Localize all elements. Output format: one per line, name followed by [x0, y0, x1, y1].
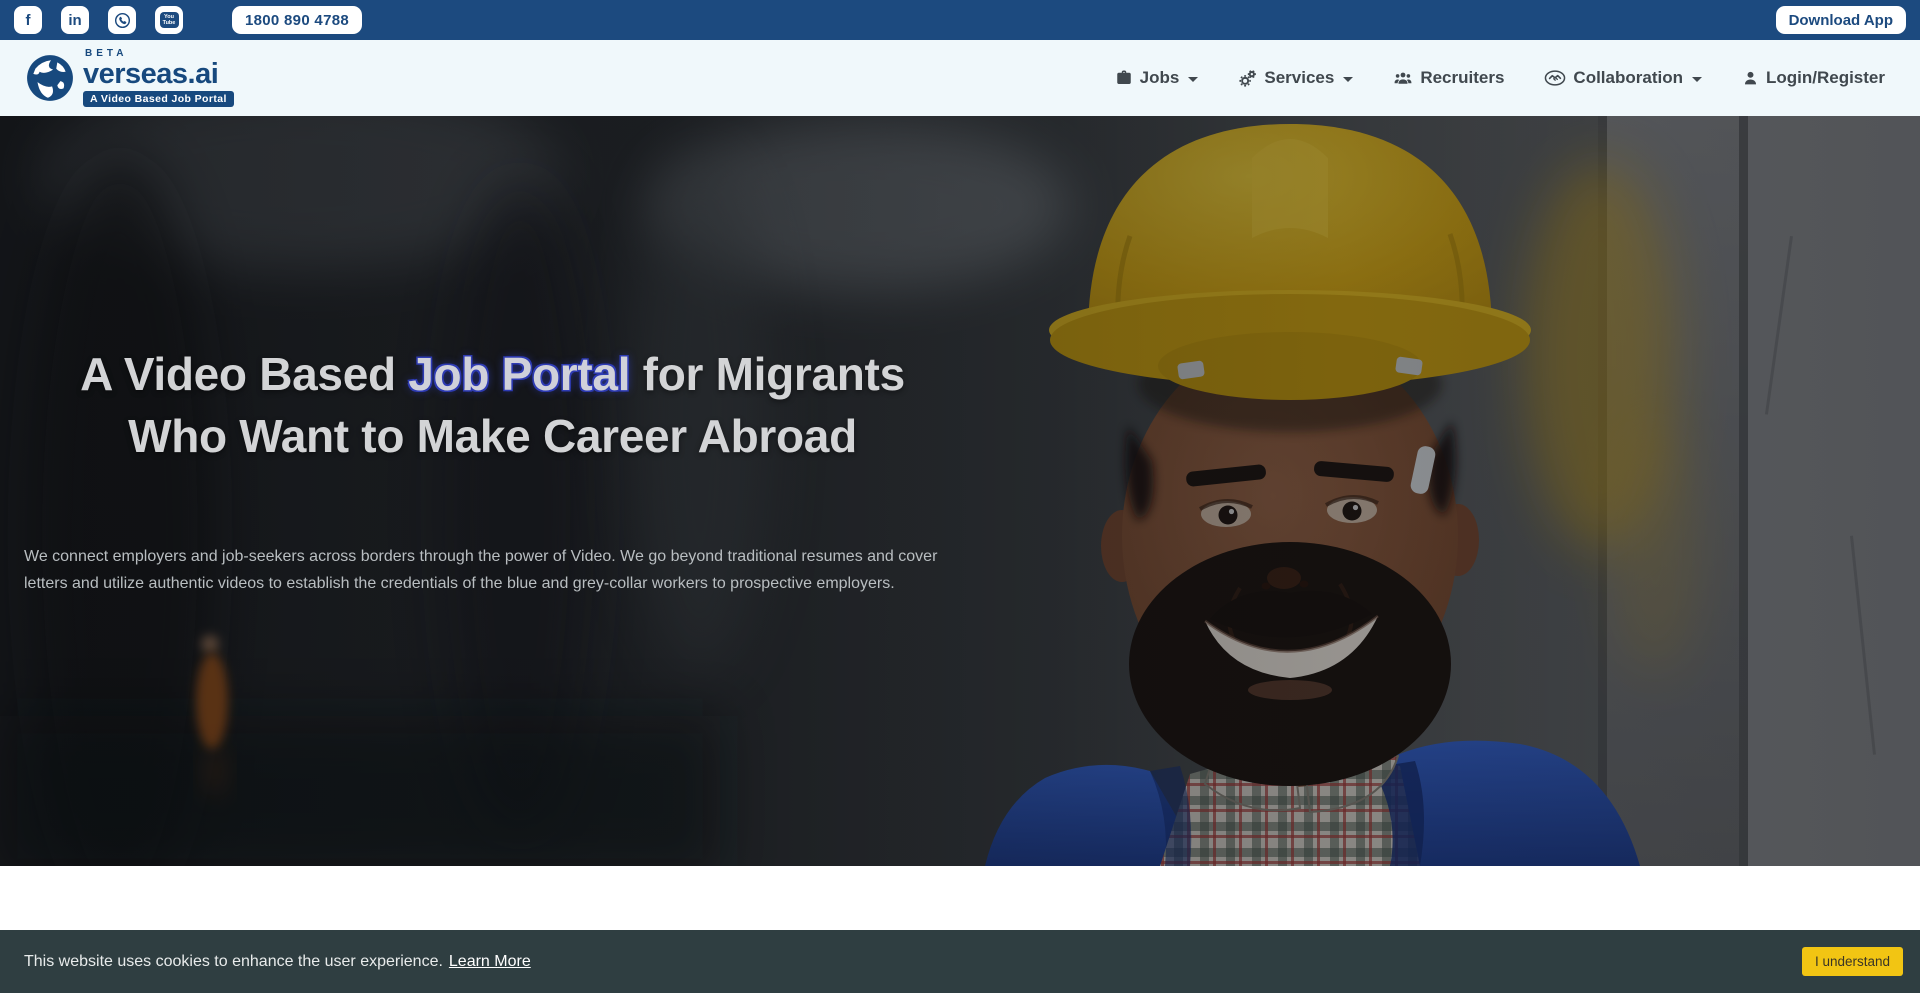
phone-number-button[interactable]: 1800 890 4788	[232, 6, 362, 34]
briefcase-icon	[1115, 69, 1133, 87]
globe-icon	[25, 53, 75, 103]
page: f in You Tube 1800 890 4788 Download App	[0, 0, 1920, 993]
handshake-icon	[1544, 69, 1566, 87]
topbar: f in You Tube 1800 890 4788 Download App	[0, 0, 1920, 40]
nav-label: Recruiters	[1420, 68, 1504, 88]
nav-item-login-register[interactable]: Login/Register	[1742, 68, 1885, 88]
learn-more-link[interactable]: Learn More	[449, 953, 531, 971]
hero-heading: A Video Based Job Portal for Migrants Wh…	[20, 343, 965, 467]
youtube-icon[interactable]: You Tube	[155, 6, 183, 34]
hero-heading-line1: A Video Based Job Portal for Migrants	[20, 343, 965, 405]
hero-section: A Video Based Job Portal for Migrants Wh…	[0, 116, 1920, 866]
cookie-banner: This website uses cookies to enhance the…	[0, 930, 1920, 993]
hero-paragraph: We connect employers and job-seekers acr…	[24, 543, 944, 597]
hero-heading-line2: Who Want to Make Career Abroad	[20, 405, 965, 467]
nav-item-jobs[interactable]: Jobs	[1115, 68, 1199, 88]
users-icon	[1393, 69, 1413, 87]
youtube-glyph: You Tube	[160, 12, 179, 28]
brand-name: verseas.ai	[83, 60, 234, 89]
linkedin-icon[interactable]: in	[61, 6, 89, 34]
brand-text: BETA verseas.ai A Video Based Job Portal	[83, 49, 234, 107]
cookie-message: This website uses cookies to enhance the…	[24, 953, 443, 971]
brand-logo[interactable]: BETA verseas.ai A Video Based Job Portal	[25, 49, 234, 107]
hero-dark-overlay	[0, 116, 1920, 866]
facebook-glyph: f	[26, 12, 31, 29]
nav-label: Login/Register	[1766, 68, 1885, 88]
hero-heading-highlight: Job Portal	[408, 348, 630, 400]
brand-tagline: A Video Based Job Portal	[83, 91, 234, 107]
chevron-down-icon	[1692, 77, 1702, 82]
linkedin-glyph: in	[68, 12, 81, 29]
cookie-accept-button[interactable]: I understand	[1802, 947, 1903, 976]
whatsapp-icon[interactable]	[108, 6, 136, 34]
whatsapp-glyph	[113, 11, 132, 30]
nav-item-collaboration[interactable]: Collaboration	[1544, 68, 1702, 88]
facebook-icon[interactable]: f	[14, 6, 42, 34]
chevron-down-icon	[1343, 77, 1353, 82]
nav-label: Collaboration	[1573, 68, 1683, 88]
gears-icon	[1238, 69, 1257, 88]
nav-label: Jobs	[1140, 68, 1180, 88]
chevron-down-icon	[1188, 77, 1198, 82]
nav-item-services[interactable]: Services	[1238, 68, 1353, 88]
user-icon	[1742, 69, 1759, 87]
navbar: BETA verseas.ai A Video Based Job Portal…	[0, 40, 1920, 116]
social-links: f in You Tube 1800 890 4788	[14, 6, 362, 34]
nav-menu: Jobs Services	[1115, 68, 1885, 88]
nav-label: Services	[1264, 68, 1334, 88]
nav-item-recruiters[interactable]: Recruiters	[1393, 68, 1504, 88]
download-app-button[interactable]: Download App	[1776, 6, 1906, 34]
